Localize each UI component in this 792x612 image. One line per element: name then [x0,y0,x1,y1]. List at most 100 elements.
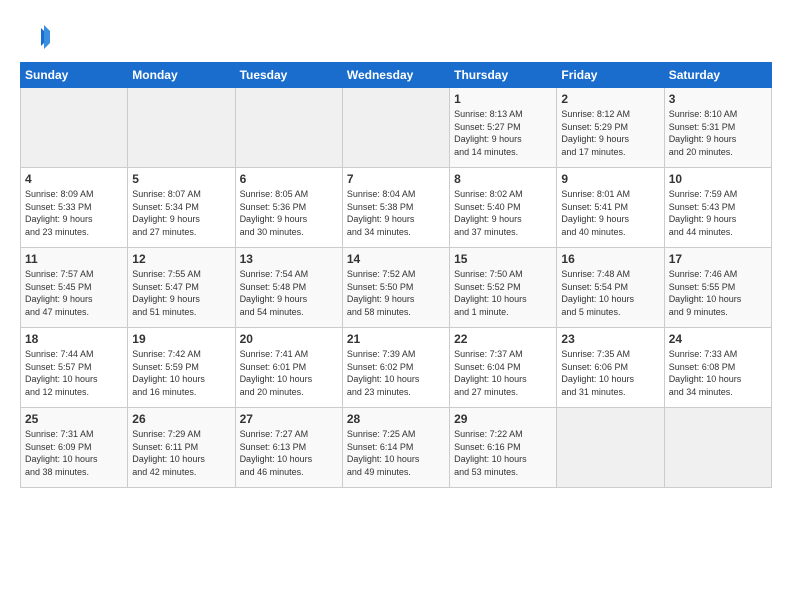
cell-info: Sunrise: 8:12 AM Sunset: 5:29 PM Dayligh… [561,108,659,158]
cell-info: Sunrise: 7:50 AM Sunset: 5:52 PM Dayligh… [454,268,552,318]
day-number: 21 [347,332,445,346]
calendar-cell [128,88,235,168]
calendar-cell: 7 Sunrise: 8:04 AM Sunset: 5:38 PM Daylig… [342,168,449,248]
cell-info: Sunrise: 8:10 AM Sunset: 5:31 PM Dayligh… [669,108,767,158]
day-number: 7 [347,172,445,186]
calendar-cell: 25 Sunrise: 7:31 AM Sunset: 6:09 PM Dayli… [21,408,128,488]
cell-info: Sunrise: 7:55 AM Sunset: 5:47 PM Dayligh… [132,268,230,318]
day-number: 20 [240,332,338,346]
cell-info: Sunrise: 8:02 AM Sunset: 5:40 PM Dayligh… [454,188,552,238]
calendar-cell [235,88,342,168]
col-friday: Friday [557,63,664,88]
calendar-header: Sunday Monday Tuesday Wednesday Thursday… [21,63,772,88]
cell-info: Sunrise: 7:27 AM Sunset: 6:13 PM Dayligh… [240,428,338,478]
calendar-cell: 28 Sunrise: 7:25 AM Sunset: 6:14 PM Dayli… [342,408,449,488]
calendar-week-4: 18 Sunrise: 7:44 AM Sunset: 5:57 PM Dayli… [21,328,772,408]
calendar-cell: 29Sunrise: 7:22 AM Sunset: 6:16 PM Dayli… [450,408,557,488]
day-number: 2 [561,92,659,106]
calendar-week-5: 25 Sunrise: 7:31 AM Sunset: 6:09 PM Dayli… [21,408,772,488]
cell-info: Sunrise: 7:59 AM Sunset: 5:43 PM Dayligh… [669,188,767,238]
calendar-cell: 11Sunrise: 7:57 AM Sunset: 5:45 PM Dayli… [21,248,128,328]
calendar-week-1: 1Sunrise: 8:13 AM Sunset: 5:27 PM Daylig… [21,88,772,168]
cell-info: Sunrise: 7:33 AM Sunset: 6:08 PM Dayligh… [669,348,767,398]
calendar-cell: 9 Sunrise: 8:01 AM Sunset: 5:41 PM Daylig… [557,168,664,248]
cell-info: Sunrise: 7:35 AM Sunset: 6:06 PM Dayligh… [561,348,659,398]
day-number: 6 [240,172,338,186]
day-number: 25 [25,412,123,426]
calendar-cell: 12Sunrise: 7:55 AM Sunset: 5:47 PM Dayli… [128,248,235,328]
cell-info: Sunrise: 7:42 AM Sunset: 5:59 PM Dayligh… [132,348,230,398]
day-number: 3 [669,92,767,106]
calendar-cell: 5 Sunrise: 8:07 AM Sunset: 5:34 PM Daylig… [128,168,235,248]
calendar-week-2: 4 Sunrise: 8:09 AM Sunset: 5:33 PM Daylig… [21,168,772,248]
day-number: 19 [132,332,230,346]
col-thursday: Thursday [450,63,557,88]
calendar-cell: 26Sunrise: 7:29 AM Sunset: 6:11 PM Dayli… [128,408,235,488]
day-number: 8 [454,172,552,186]
calendar-cell: 2 Sunrise: 8:12 AM Sunset: 5:29 PM Daylig… [557,88,664,168]
cell-info: Sunrise: 7:54 AM Sunset: 5:48 PM Dayligh… [240,268,338,318]
calendar-body: 1Sunrise: 8:13 AM Sunset: 5:27 PM Daylig… [21,88,772,488]
cell-info: Sunrise: 7:31 AM Sunset: 6:09 PM Dayligh… [25,428,123,478]
col-monday: Monday [128,63,235,88]
cell-info: Sunrise: 7:37 AM Sunset: 6:04 PM Dayligh… [454,348,552,398]
calendar-cell: 3 Sunrise: 8:10 AM Sunset: 5:31 PM Daylig… [664,88,771,168]
cell-info: Sunrise: 8:04 AM Sunset: 5:38 PM Dayligh… [347,188,445,238]
day-number: 11 [25,252,123,266]
calendar-week-3: 11Sunrise: 7:57 AM Sunset: 5:45 PM Dayli… [21,248,772,328]
calendar-cell [342,88,449,168]
calendar-cell: 8 Sunrise: 8:02 AM Sunset: 5:40 PM Daylig… [450,168,557,248]
day-number: 4 [25,172,123,186]
cell-info: Sunrise: 7:25 AM Sunset: 6:14 PM Dayligh… [347,428,445,478]
calendar-cell: 22 Sunrise: 7:37 AM Sunset: 6:04 PM Dayli… [450,328,557,408]
calendar-cell: 21 Sunrise: 7:39 AM Sunset: 6:02 PM Dayli… [342,328,449,408]
day-number: 9 [561,172,659,186]
col-saturday: Saturday [664,63,771,88]
day-number: 28 [347,412,445,426]
cell-info: Sunrise: 8:05 AM Sunset: 5:36 PM Dayligh… [240,188,338,238]
cell-info: Sunrise: 8:01 AM Sunset: 5:41 PM Dayligh… [561,188,659,238]
day-number: 1 [454,92,552,106]
day-number: 29 [454,412,552,426]
day-number: 27 [240,412,338,426]
col-wednesday: Wednesday [342,63,449,88]
day-number: 22 [454,332,552,346]
calendar-cell: 1Sunrise: 8:13 AM Sunset: 5:27 PM Daylig… [450,88,557,168]
calendar-table: Sunday Monday Tuesday Wednesday Thursday… [20,62,772,488]
header-row: Sunday Monday Tuesday Wednesday Thursday… [21,63,772,88]
cell-info: Sunrise: 7:48 AM Sunset: 5:54 PM Dayligh… [561,268,659,318]
col-sunday: Sunday [21,63,128,88]
calendar-cell: 24 Sunrise: 7:33 AM Sunset: 6:08 PM Dayli… [664,328,771,408]
calendar-cell: 19 Sunrise: 7:42 AM Sunset: 5:59 PM Dayli… [128,328,235,408]
logo-icon [20,22,50,52]
logo [20,20,54,52]
cell-info: Sunrise: 8:09 AM Sunset: 5:33 PM Dayligh… [25,188,123,238]
calendar-cell: 27 Sunrise: 7:27 AM Sunset: 6:13 PM Dayli… [235,408,342,488]
day-number: 16 [561,252,659,266]
cell-info: Sunrise: 8:07 AM Sunset: 5:34 PM Dayligh… [132,188,230,238]
calendar-cell: 13 Sunrise: 7:54 AM Sunset: 5:48 PM Dayli… [235,248,342,328]
day-number: 23 [561,332,659,346]
calendar-cell: 23 Sunrise: 7:35 AM Sunset: 6:06 PM Dayli… [557,328,664,408]
cell-info: Sunrise: 7:44 AM Sunset: 5:57 PM Dayligh… [25,348,123,398]
calendar-cell: 17Sunrise: 7:46 AM Sunset: 5:55 PM Dayli… [664,248,771,328]
day-number: 10 [669,172,767,186]
day-number: 24 [669,332,767,346]
calendar-cell [664,408,771,488]
calendar-cell [557,408,664,488]
calendar-cell: 18 Sunrise: 7:44 AM Sunset: 5:57 PM Dayli… [21,328,128,408]
day-number: 15 [454,252,552,266]
calendar-cell: 15 Sunrise: 7:50 AM Sunset: 5:52 PM Dayli… [450,248,557,328]
day-number: 5 [132,172,230,186]
cell-info: Sunrise: 7:41 AM Sunset: 6:01 PM Dayligh… [240,348,338,398]
col-tuesday: Tuesday [235,63,342,88]
cell-info: Sunrise: 7:29 AM Sunset: 6:11 PM Dayligh… [132,428,230,478]
calendar-cell: 4 Sunrise: 8:09 AM Sunset: 5:33 PM Daylig… [21,168,128,248]
day-number: 18 [25,332,123,346]
day-number: 13 [240,252,338,266]
day-number: 14 [347,252,445,266]
calendar-cell: 10 Sunrise: 7:59 AM Sunset: 5:43 PM Dayli… [664,168,771,248]
cell-info: Sunrise: 7:39 AM Sunset: 6:02 PM Dayligh… [347,348,445,398]
calendar-cell: 20 Sunrise: 7:41 AM Sunset: 6:01 PM Dayli… [235,328,342,408]
calendar-cell: 14Sunrise: 7:52 AM Sunset: 5:50 PM Dayli… [342,248,449,328]
